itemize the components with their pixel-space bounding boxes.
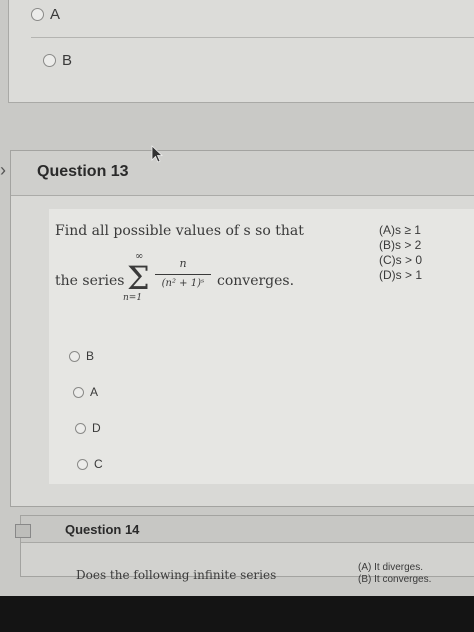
choice-b: (B) It converges. [358, 574, 432, 585]
radio-icon[interactable] [31, 8, 44, 21]
fraction-numerator: n [179, 257, 187, 270]
answer-option-label: B [86, 349, 95, 363]
fraction-bar [155, 274, 211, 275]
question-13-card: Question 13 Find all possible values of … [10, 145, 474, 507]
question-prompt: Find all possible values of s so that [55, 223, 304, 239]
question-14-choices: (A) It diverges. (B) It converges. [358, 562, 431, 586]
choice-c: (C)s > 0 [379, 253, 423, 267]
prev-option-a[interactable]: A [31, 6, 60, 23]
question-13-header: Question 13 [11, 145, 474, 196]
screen-bezel [0, 596, 474, 632]
answer-option-label: C [94, 457, 103, 471]
sum-lower-limit: n=1 [123, 293, 143, 303]
choice-list: (A)s ≥ 1 (B)s > 2 (C)s > 0 (D)s > 1 [379, 223, 422, 283]
radio-icon[interactable] [73, 386, 84, 398]
fraction-denominator: (n² + 1)ˢ [161, 278, 205, 289]
prev-option-b[interactable]: B [43, 52, 72, 69]
question-title: Question 13 [37, 163, 129, 180]
series-fraction: n (n² + 1)ˢ [155, 257, 211, 289]
prev-option-b-label: B [62, 52, 73, 69]
series-tail-text: converges. [217, 273, 295, 289]
radio-icon[interactable] [75, 422, 86, 434]
series-lead-text: the series [55, 273, 125, 289]
question-14-prompt: Does the following infinite series [76, 568, 277, 582]
choice-a: (A)s ≥ 1 [379, 223, 421, 237]
answer-option-label: A [90, 385, 99, 399]
choice-b: (B)s > 2 [379, 238, 422, 252]
answer-option-a[interactable]: A [73, 385, 98, 399]
question-14-header: Question 14 [15, 516, 474, 543]
flag-icon[interactable] [15, 524, 31, 538]
summation-icon: Σ [127, 259, 150, 297]
choice-a: (A) It diverges. [358, 562, 424, 573]
previous-question-card: A B [8, 0, 474, 103]
question-title: Question 14 [65, 522, 140, 537]
mouse-cursor-icon [151, 145, 164, 163]
answer-option-label: D [92, 421, 101, 435]
prev-option-a-label: A [50, 6, 61, 23]
series-expression: the series ∞ Σ n=1 n (n² + 1)ˢ converges… [55, 251, 315, 315]
choice-d: (D)s > 1 [379, 268, 423, 282]
radio-icon[interactable] [77, 458, 88, 470]
question-body: Find all possible values of s so that th… [49, 209, 474, 484]
answer-option-c[interactable]: C [77, 457, 103, 471]
answer-option-b[interactable]: B [69, 349, 94, 363]
radio-icon[interactable] [43, 54, 56, 67]
chevron-left-icon: › [0, 160, 6, 180]
radio-icon[interactable] [69, 350, 80, 362]
answer-option-d[interactable]: D [75, 421, 101, 435]
option-divider [31, 37, 474, 38]
